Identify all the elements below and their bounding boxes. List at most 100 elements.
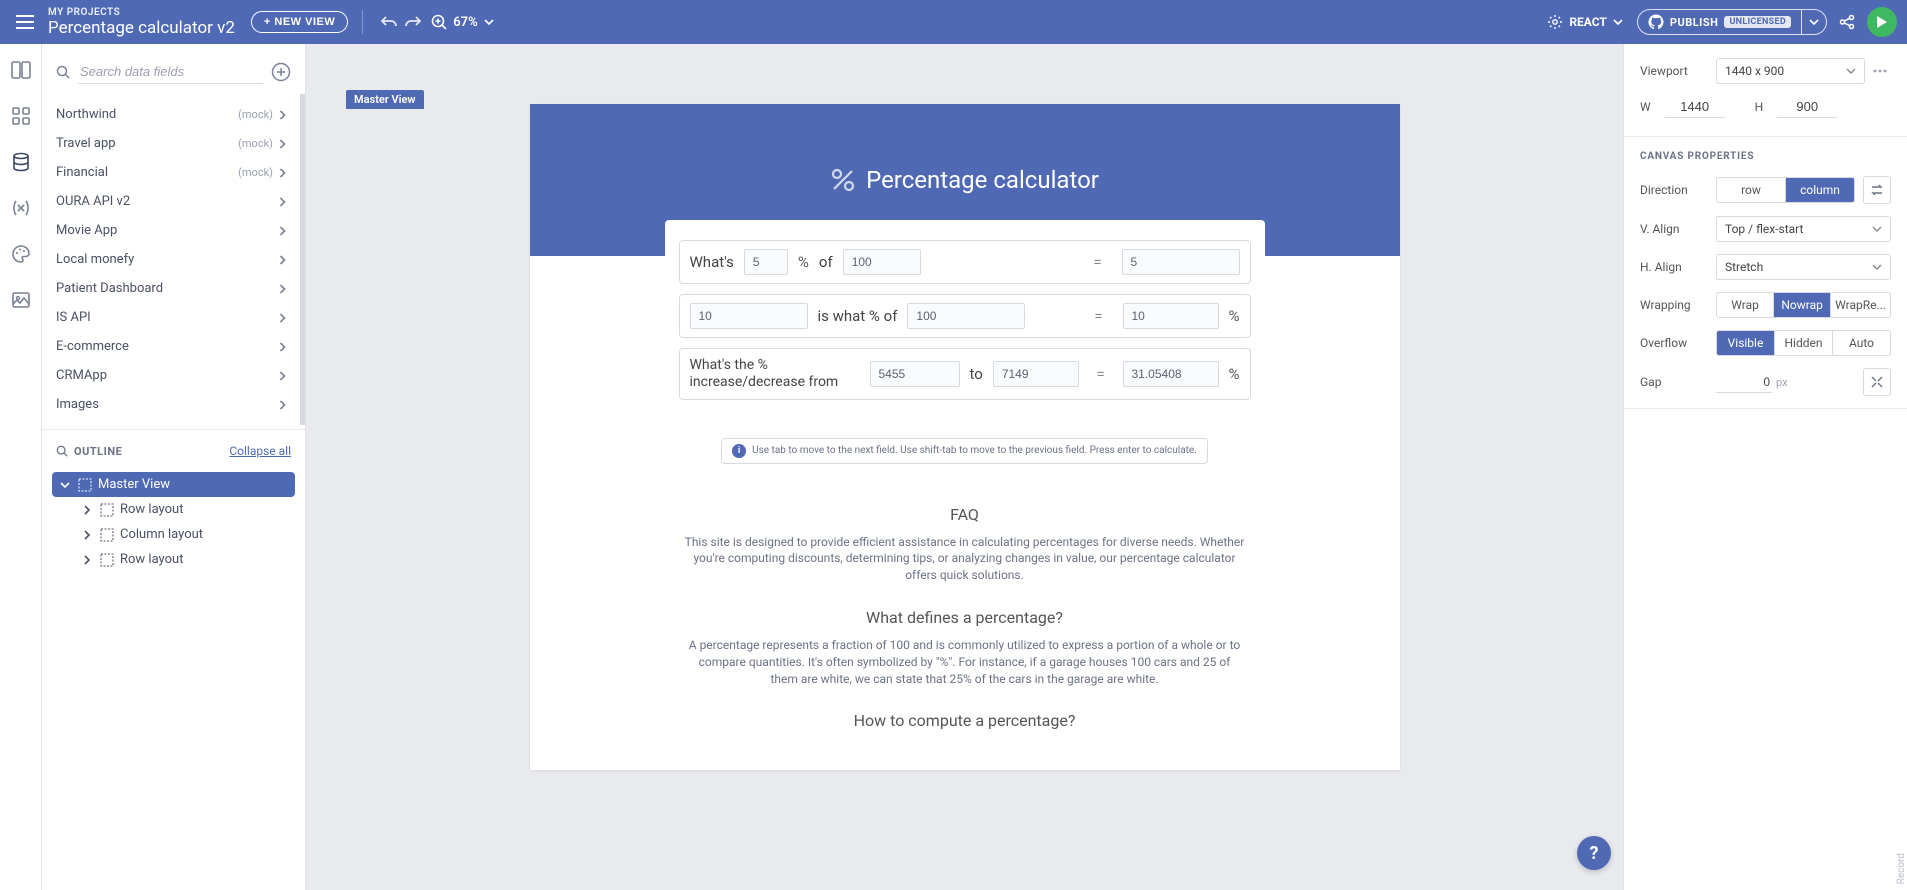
rail-components[interactable] — [9, 104, 33, 128]
split-icon — [1870, 375, 1884, 389]
add-datasource-button[interactable] — [271, 62, 291, 82]
publish-button[interactable]: PUBLISH UNLICENSED — [1638, 14, 1801, 30]
overflow-hidden[interactable]: Hidden — [1775, 331, 1833, 355]
tree-item[interactable]: Row layout — [74, 497, 295, 522]
breadcrumb: MY PROJECTS Percentage calculator v2 — [48, 7, 235, 38]
direction-column[interactable]: column — [1786, 178, 1854, 202]
sidebar: Northwind(mock)Travel app(mock)Financial… — [42, 44, 306, 890]
datasource-item[interactable]: Patient Dashboard — [42, 274, 300, 303]
datasource-item[interactable]: Travel app(mock) — [42, 129, 300, 158]
rail-data[interactable] — [9, 150, 33, 174]
tree-caret-icon[interactable] — [58, 482, 72, 488]
menu-toggle[interactable] — [10, 15, 40, 29]
row1-result[interactable] — [1122, 249, 1240, 275]
zoom-control[interactable]: 67% — [431, 14, 493, 30]
preview-frame[interactable]: Percentage calculator What's % of = — [530, 104, 1400, 770]
share-button[interactable] — [1839, 14, 1855, 30]
rail-variables[interactable] — [9, 196, 33, 220]
chevron-right-icon — [279, 139, 286, 149]
collapse-all-link[interactable]: Collapse all — [229, 444, 291, 458]
gap-split-button[interactable] — [1863, 368, 1891, 396]
tree-item[interactable]: Column layout — [74, 522, 295, 547]
overflow-label: Overflow — [1640, 336, 1708, 350]
tree-item[interactable]: Master View — [52, 472, 295, 497]
search-input[interactable] — [78, 60, 263, 84]
datasource-item[interactable]: IS API — [42, 303, 300, 332]
calc-row-3: What's the % increase/decrease from to =… — [679, 348, 1251, 400]
valign-select[interactable]: Top / flex-start — [1716, 216, 1891, 242]
gap-unit: px — [1776, 376, 1788, 389]
row3-result[interactable] — [1123, 361, 1219, 387]
datasource-name: CRMApp — [56, 368, 279, 383]
nowrap-option[interactable]: Nowrap — [1774, 293, 1831, 317]
row1-input2[interactable] — [843, 249, 921, 275]
layout-icon — [78, 478, 92, 492]
datasource-item[interactable]: Northwind(mock) — [42, 100, 300, 129]
direction-control: row column — [1716, 177, 1855, 203]
datasource-name: E-commerce — [56, 339, 279, 354]
calc-row-1: What's % of = — [679, 240, 1251, 284]
run-button[interactable] — [1867, 7, 1897, 37]
view-label[interactable]: Master View — [346, 90, 424, 109]
publish-dropdown[interactable] — [1801, 10, 1826, 34]
row1-input1[interactable] — [744, 249, 788, 275]
tree-caret-icon[interactable] — [80, 530, 94, 540]
overflow-visible[interactable]: Visible — [1717, 331, 1775, 355]
row3-input2[interactable] — [993, 361, 1079, 387]
height-input[interactable] — [1777, 96, 1837, 118]
chevron-right-icon — [279, 255, 286, 265]
rail-theme[interactable] — [9, 242, 33, 266]
rail-projects[interactable] — [9, 58, 33, 82]
canvas-area[interactable]: Master View Percentage calculator What's… — [306, 44, 1623, 890]
row3-input1[interactable] — [870, 361, 960, 387]
chevron-right-icon — [279, 371, 286, 381]
equals-sign: = — [1089, 365, 1113, 383]
direction-row[interactable]: row — [1717, 178, 1786, 202]
halign-select[interactable]: Stretch — [1716, 254, 1891, 280]
tree-caret-icon[interactable] — [80, 505, 94, 515]
tree-caret-icon[interactable] — [80, 555, 94, 565]
breadcrumb-parent[interactable]: MY PROJECTS — [48, 7, 235, 18]
plus-circle-icon — [271, 62, 291, 82]
row1-label2: of — [819, 253, 833, 271]
record-tab[interactable]: Record — [1896, 853, 1907, 884]
help-fab[interactable]: ? — [1577, 836, 1611, 870]
framework-selector[interactable]: REACT — [1547, 14, 1623, 30]
row2-input2[interactable] — [907, 303, 1025, 329]
new-view-button[interactable]: + NEW VIEW — [251, 11, 348, 33]
direction-swap[interactable] — [1863, 176, 1891, 204]
chevron-down-icon — [1613, 19, 1623, 25]
rail-assets[interactable] — [9, 288, 33, 312]
wrap-option[interactable]: Wrap — [1717, 293, 1774, 317]
datasource-name: Local monefy — [56, 252, 279, 267]
framework-label: REACT — [1569, 15, 1607, 29]
datasource-item[interactable]: Images — [42, 390, 300, 419]
datasource-item[interactable]: Movie App — [42, 216, 300, 245]
outline-title: OUTLINE — [56, 445, 229, 458]
wrapping-label: Wrapping — [1640, 298, 1708, 312]
viewport-more[interactable] — [1873, 69, 1891, 73]
datasource-item[interactable]: Financial(mock) — [42, 158, 300, 187]
tree-item[interactable]: Row layout — [74, 547, 295, 572]
app-title: Percentage calculator — [866, 166, 1099, 194]
undo-button[interactable] — [377, 10, 401, 34]
separator — [362, 10, 363, 34]
row2-result[interactable] — [1123, 303, 1219, 329]
datasource-item[interactable]: Local monefy — [42, 245, 300, 274]
tree-item-label: Column layout — [120, 527, 203, 542]
faq-body: This site is designed to provide efficie… — [685, 534, 1245, 584]
datasource-item[interactable]: E-commerce — [42, 332, 300, 361]
wrapreverse-option[interactable]: WrapRe... — [1831, 293, 1890, 317]
redo-button[interactable] — [401, 10, 425, 34]
row2-label: is what % of — [818, 307, 898, 325]
datasource-item[interactable]: CRMApp — [42, 361, 300, 390]
datasource-item[interactable]: OURA API v2 — [42, 187, 300, 216]
row2-input1[interactable] — [690, 303, 808, 329]
gap-input[interactable] — [1716, 372, 1772, 393]
viewport-label: Viewport — [1640, 64, 1708, 78]
width-input[interactable] — [1665, 96, 1725, 118]
viewport-select[interactable]: 1440 x 900 — [1716, 58, 1865, 84]
gear-icon — [1547, 14, 1563, 30]
overflow-auto[interactable]: Auto — [1833, 331, 1890, 355]
mock-badge: (mock) — [238, 137, 273, 150]
